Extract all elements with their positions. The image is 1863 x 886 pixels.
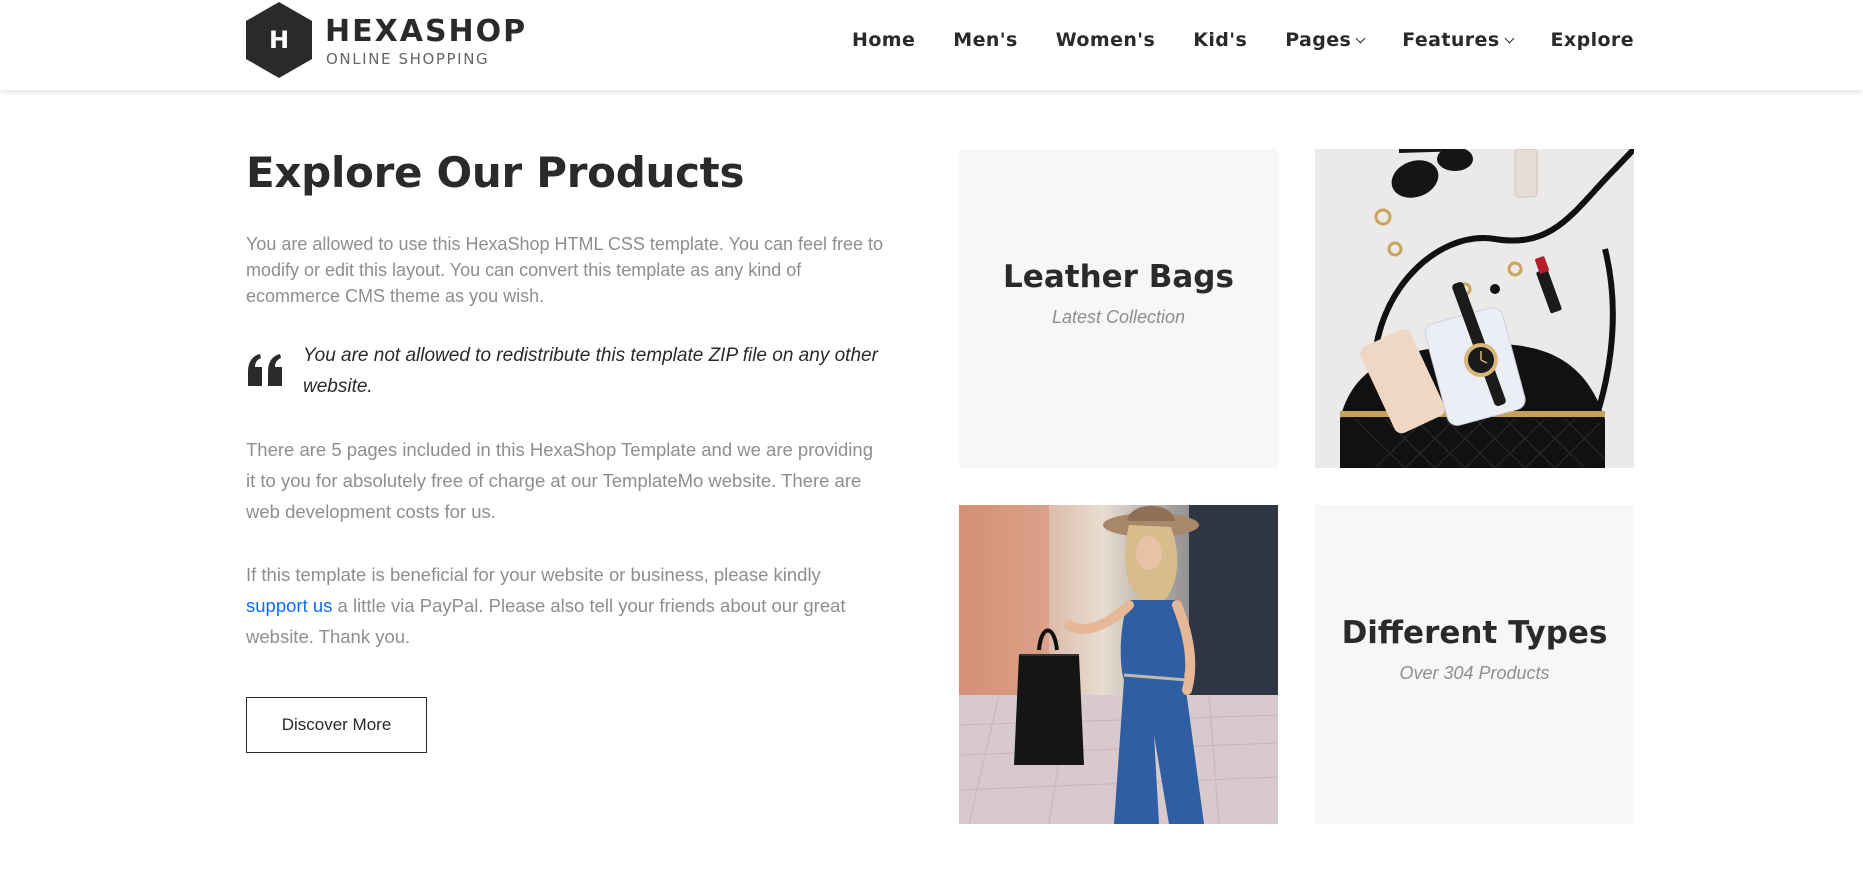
main-nav: Home Men's Women's Kid's Pages Features … [852,28,1634,52]
site-header: H HEXASHOP ONLINE SHOPPING Home Men's Wo… [0,0,1863,90]
nav-item-home[interactable]: Home [852,29,915,51]
page-title: Explore Our Products [246,148,745,197]
tile-subtitle: Over 304 Products [1399,663,1550,683]
woman-photo [959,505,1278,824]
intro-paragraph: You are allowed to use this HexaShop HTM… [246,234,884,306]
logo[interactable]: H HEXASHOP ONLINE SHOPPING [246,2,525,78]
chevron-down-icon [1355,33,1366,43]
accessories-photo [1315,149,1634,468]
tile-title: Leather Bags [1003,259,1234,295]
logo-letter: H [268,26,290,54]
nav-item-pages[interactable]: Pages [1285,29,1366,51]
pages-paragraph: There are 5 pages included in this HexaS… [246,439,873,522]
logo-name: HEXASHOP [325,14,528,49]
woman-with-bag-image [959,505,1278,824]
nav-item-label: Men's [953,29,1018,51]
quote-text: You are not allowed to redistribute this… [303,345,878,397]
support-text-after: a little via PayPal. Please also tell yo… [246,595,846,647]
quote-icon [248,354,282,386]
nav-item-womens[interactable]: Women's [1056,29,1155,51]
tile-subtitle: Latest Collection [1051,307,1186,327]
nav-item-label: Pages [1285,29,1352,51]
flatlay-bag-image [1315,149,1634,468]
nav-item-features[interactable]: Features [1402,29,1514,51]
nav-item-explore[interactable]: Explore [1551,29,1634,51]
different-types-tile: Different Types Over 304 Products [1315,505,1634,824]
leather-bags-tile: Leather Bags Latest Collection [959,149,1278,468]
nav-item-mens[interactable]: Men's [953,29,1017,51]
tile-title: Different Types [1341,615,1608,651]
nav-item-label: Kid's [1193,29,1248,51]
chevron-down-icon [1504,33,1514,43]
quote-block: You are not allowed to redistribute this… [246,340,886,410]
nav-item-kids[interactable]: Kid's [1193,29,1247,51]
support-text-before: If this template is beneficial for your … [246,564,821,585]
logo-tagline: ONLINE SHOPPING [326,50,490,68]
nav-item-label: Explore [1550,29,1634,51]
nav-item-label: Home [852,29,916,51]
discover-more-button[interactable]: Discover More [246,697,427,753]
support-paragraph: If this template is beneficial for your … [246,559,886,652]
nav-item-label: Features [1402,29,1500,51]
support-us-link[interactable]: support us [246,595,332,616]
nav-item-label: Women's [1055,29,1156,51]
